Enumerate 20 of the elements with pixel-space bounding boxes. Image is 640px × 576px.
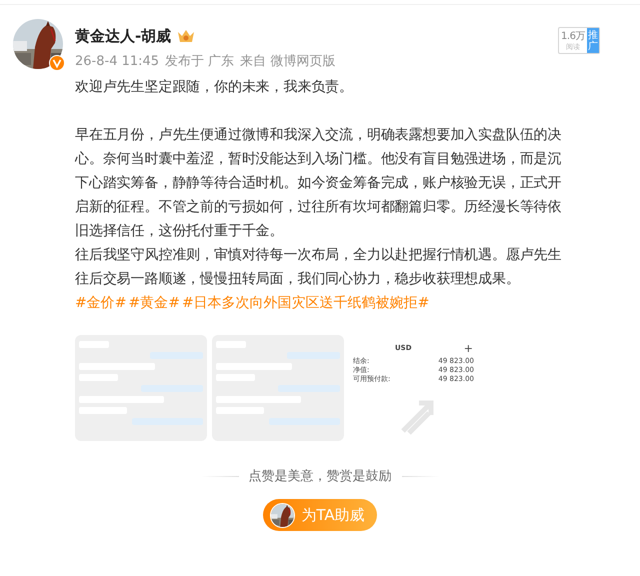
author-name[interactable]: 黄金达人-胡威 [75, 26, 172, 46]
post-meta: 来自 微博网页版 [240, 53, 336, 70]
chat-screenshot[interactable] [212, 335, 344, 441]
read-count: 1.6万 [561, 30, 585, 42]
post-paragraph: 早在五月份，卢先生便通过微博和我深入交流，明确表露想要加入实盘队伍的决心。奈何当时囊中羞涩，暂时没能达到入场门槛。他没有盲目勉强进场，而是沉下心踏实筹备，静静等待合适时机。如今资金筹备完成，账户核验无误，正式开启新的征程。不管之前的亏损如何，过往所有坎坷都翻篇归零。历经漫长等待依旧选择信任，这份托付重于千金。 [75, 126, 563, 241]
hashtag-link[interactable]: #黄金# [128, 291, 180, 315]
chat-screenshot[interactable] [75, 335, 207, 441]
post-meta: 发布于 广东 [165, 53, 234, 70]
crown-icon [177, 29, 196, 43]
hashtag-link[interactable]: #金价# [75, 291, 126, 315]
post-paragraph: 往后我坚守风控准则，审慎对待每一次布局，全力以赴把握行情机遇。愿卢先生往后交易一路顺遂，慢慢扭转局面，我们同心协力，稳步收获理想成果。 [75, 246, 563, 289]
avatar[interactable] [13, 19, 63, 69]
verified-badge-icon [49, 55, 65, 71]
add-button[interactable]: + [464, 342, 473, 354]
post-paragraph: 欢迎卢先生坚定跟随，你的未来，我来负责。 [75, 78, 354, 97]
promote-tab[interactable]: 推广 [587, 28, 599, 53]
post-meta: 26-8-4 11:45 [75, 54, 160, 68]
hashtag-link[interactable]: #日本多次向外国灾区送千纸鹤被婉拒# [182, 291, 430, 315]
cheer-button[interactable]: 为TA助威 [263, 499, 377, 531]
reward-note: 点赞是美意，赞赏是鼓励 [248, 468, 392, 485]
